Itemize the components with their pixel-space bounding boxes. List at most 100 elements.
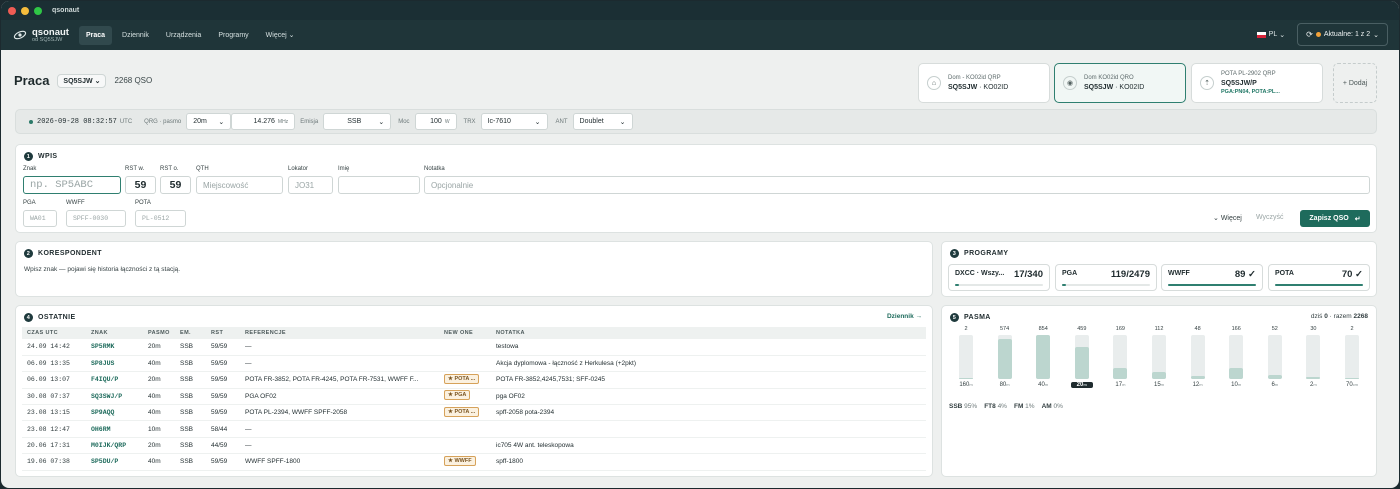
table-row[interactable]: 30.08 07:37 SQ3SWJ/P 40m SSB 59/59 PGA OF02 ★ …: [22, 388, 926, 406]
table-row[interactable]: 24.09 14:42 SP5RMK 20m SSB 59/59— testowa: [22, 339, 926, 356]
frequency-input[interactable]: 14.276 MHz: [231, 113, 296, 130]
cell-rst: 59/59: [206, 404, 240, 422]
band-label[interactable]: 20m: [1070, 382, 1093, 388]
table-row[interactable]: 23.08 12:47 OH6RM 10m SSB 58/44—: [22, 420, 926, 438]
band-label[interactable]: 70cm: [1341, 382, 1363, 388]
chevron-down-icon: ⌄: [288, 32, 295, 39]
band-bar[interactable]: [1036, 335, 1051, 379]
band-label[interactable]: 40m: [1032, 382, 1054, 388]
table-row[interactable]: 06.09 13:35 SP8JUS 40m SSB 59/59— Akcja dyplo…: [22, 355, 926, 373]
mode-select[interactable]: SSB ⌄: [323, 113, 392, 130]
poland-flag-icon: [1256, 31, 1266, 38]
rst-sent-input[interactable]: 59: [125, 176, 156, 194]
band-bar[interactable]: [1306, 335, 1321, 379]
cell-call: SP5RMK: [86, 339, 143, 356]
band-select[interactable]: 20m ⌄: [186, 113, 232, 130]
band-label[interactable]: 15m: [1148, 382, 1170, 388]
cell-newone: [439, 339, 491, 356]
cell-mode: SSB: [175, 388, 206, 406]
notatka-label: Notatka: [424, 166, 445, 172]
band-bar[interactable]: [997, 335, 1012, 379]
table-row[interactable]: 06.09 13:07 F4IQU/P 20m SSB 59/59 POTA FR-385…: [22, 371, 926, 389]
table-row[interactable]: 19.06 07:38 SP5DU/P 40m SSB 59/59 WWFF SPFF-1…: [22, 453, 926, 471]
dziennik-link[interactable]: Dziennik →: [887, 313, 922, 320]
cell-call: OH6RM: [86, 420, 143, 438]
nav-wiecej[interactable]: Więcej ⌄: [259, 25, 302, 45]
band-bar[interactable]: [1267, 335, 1282, 379]
program-progress-bar: [1062, 284, 1150, 286]
callsign-input[interactable]: np. SP5ABC: [23, 176, 121, 194]
minimize-window-button[interactable]: [21, 6, 29, 15]
cell-band: 20m: [143, 437, 175, 455]
callsign-selector[interactable]: SQ5SJW ⌄: [57, 73, 107, 88]
mode-stat: FT8 4%: [984, 403, 1007, 410]
table-row[interactable]: 20.06 17:31 M0IJK/QRP 20m SSB 44/59— ic705 4W…: [22, 437, 926, 455]
status-button[interactable]: ⟳ Aktualne: 1 z 2 ⌄: [1297, 23, 1388, 46]
note-input[interactable]: Opcjonalnie: [424, 176, 1370, 194]
cell-call: F4IQU/P: [86, 371, 143, 389]
qro-bar: 2026-09-28 08:32:57 UTC QRG · pasmo 20m ⌄…: [15, 109, 1377, 134]
cell-refs: —: [240, 437, 439, 455]
nav-dziennik[interactable]: Dziennik: [115, 26, 156, 45]
table-row[interactable]: 23.08 13:15 SP9AQQ 40m SSB 59/59 POTA PL-2394…: [22, 404, 926, 422]
trx-select[interactable]: Ic-7610 ⌄: [480, 113, 548, 130]
cell-band: 20m: [143, 339, 175, 356]
clear-button[interactable]: Wyczyść: [1256, 214, 1284, 221]
cell-call: SP5DU/P: [86, 453, 143, 471]
program-wwff[interactable]: WWFF 89 ✓: [1161, 264, 1263, 291]
band-bar[interactable]: [1345, 335, 1359, 379]
locator-input[interactable]: JO31: [288, 176, 333, 194]
band-label[interactable]: 80m: [994, 382, 1016, 388]
location-card-3[interactable]: ⇡ POTA PL-2902 QRP SQ5SJW/P PGA:PN04, PO…: [1191, 63, 1323, 103]
program-pga[interactable]: PGA 119/2479: [1055, 264, 1157, 291]
maximize-window-button[interactable]: [34, 6, 42, 15]
band-bar[interactable]: [1190, 335, 1205, 379]
power-input[interactable]: 100 W: [414, 113, 457, 130]
pga-input[interactable]: WA01: [23, 210, 57, 227]
close-window-button[interactable]: [8, 6, 16, 15]
program-progress-bar: [1168, 284, 1256, 286]
name-input[interactable]: [338, 176, 420, 194]
col-rst: RST: [206, 327, 240, 339]
band-label[interactable]: 12m: [1187, 382, 1209, 388]
cell-band: 40m: [143, 404, 175, 422]
band-unit: m: [1199, 382, 1203, 387]
location-card-2[interactable]: ◉ Dom KO02id QRO SQ5SJW · KO02ID: [1054, 63, 1186, 103]
mode-stat-pct: 0%: [1051, 403, 1063, 410]
wwff-input[interactable]: SPFF-0030: [66, 210, 126, 227]
band-label[interactable]: 10m: [1225, 382, 1247, 388]
band-label[interactable]: 2m: [1302, 382, 1324, 388]
band-count: 112: [1154, 326, 1164, 332]
band-bar[interactable]: [1152, 335, 1166, 379]
save-qso-button[interactable]: Zapisz QSO ↵: [1300, 210, 1370, 227]
wpis-title: WPIS: [38, 153, 58, 160]
band-value: 20m: [193, 118, 207, 125]
program-pota[interactable]: POTA 70 ✓: [1268, 264, 1370, 291]
brand[interactable]: qsonaut od SQ5SJW: [13, 27, 69, 43]
band-bar[interactable]: [959, 335, 973, 379]
band-bar[interactable]: [1229, 335, 1244, 379]
language-selector[interactable]: PL ⌄: [1256, 31, 1285, 39]
program-dxcc[interactable]: DXCC · Wszy... 17/340: [948, 264, 1050, 291]
location-card-1[interactable]: ⌂ Dom - KO02id QRP SQ5SJW · KO02ID: [918, 63, 1050, 103]
pota-input[interactable]: PL-0512: [135, 210, 186, 227]
nav-praca[interactable]: Praca: [78, 25, 113, 45]
sync-icon: ⟳: [1306, 30, 1313, 39]
more-toggle[interactable]: ⌄ Więcej: [1213, 214, 1242, 222]
band-bar[interactable]: [1074, 335, 1089, 379]
pga-label: PGA: [23, 200, 36, 206]
add-location-button[interactable]: + Dodaj: [1333, 63, 1377, 103]
ant-select[interactable]: Doublet ⌄: [572, 113, 633, 130]
band-bar[interactable]: [1113, 335, 1128, 379]
section-number: 3: [950, 249, 959, 258]
band-label[interactable]: 160m: [955, 382, 977, 388]
band-count: 574: [1000, 326, 1010, 332]
nav-programy[interactable]: Programy: [211, 26, 255, 45]
nav-urzadzenia[interactable]: Urządzenia: [159, 26, 208, 45]
rst-received-input[interactable]: 59: [160, 176, 191, 194]
band-label[interactable]: 17m: [1109, 382, 1131, 388]
location-locator: · KO02ID: [977, 84, 1009, 91]
qth-input[interactable]: Miejscowość: [196, 176, 283, 194]
band-label[interactable]: 6m: [1264, 382, 1286, 388]
band-bar-fill: [1190, 376, 1205, 379]
